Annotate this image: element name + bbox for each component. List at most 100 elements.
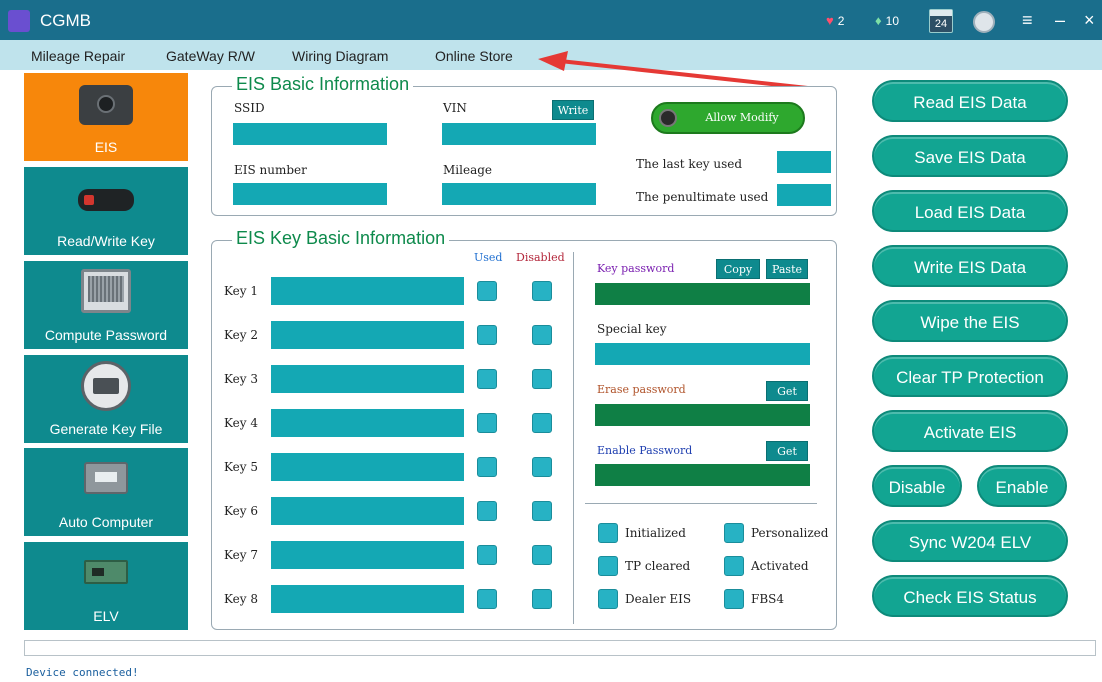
toggle-knob-icon xyxy=(659,109,677,127)
disabled-checkbox[interactable] xyxy=(532,589,552,609)
key-field[interactable] xyxy=(271,365,464,393)
key-field[interactable] xyxy=(271,585,464,613)
menu-wiring-diagram[interactable]: Wiring Diagram xyxy=(292,48,388,64)
vertical-divider xyxy=(573,252,574,624)
key-field[interactable] xyxy=(271,321,464,349)
used-checkbox[interactable] xyxy=(477,589,497,609)
erase-get-button[interactable]: Get xyxy=(766,381,808,401)
menu-mileage-repair[interactable]: Mileage Repair xyxy=(31,48,125,64)
disabled-checkbox[interactable] xyxy=(532,369,552,389)
nav-elv[interactable]: ELV xyxy=(24,542,188,630)
medal-icon[interactable] xyxy=(973,8,997,34)
key-label: Key 2 xyxy=(224,328,258,342)
mileage-field[interactable] xyxy=(442,183,596,205)
vin-field[interactable] xyxy=(442,123,596,145)
paste-button[interactable]: Paste xyxy=(766,259,808,279)
nav-generate-key-file[interactable]: Generate Key File xyxy=(24,355,188,443)
nav-eis[interactable]: EIS xyxy=(24,73,188,161)
menu-gateway-rw[interactable]: GateWay R/W xyxy=(166,48,255,64)
read-eis-data-button[interactable]: Read EIS Data xyxy=(872,80,1068,122)
nav-auto-computer[interactable]: Auto Computer xyxy=(24,448,188,536)
flag-label: Initialized xyxy=(625,526,686,540)
save-eis-data-button[interactable]: Save EIS Data xyxy=(872,135,1068,177)
key-field[interactable] xyxy=(271,541,464,569)
flag-label: TP cleared xyxy=(625,559,691,573)
erase-password-field[interactable] xyxy=(595,404,810,426)
activate-eis-button[interactable]: Activate EIS xyxy=(872,410,1068,452)
ssid-field[interactable] xyxy=(233,123,387,145)
menu-online-store[interactable]: Online Store xyxy=(435,48,513,64)
key-field[interactable] xyxy=(271,277,464,305)
key-password-field[interactable] xyxy=(595,283,810,305)
key-field[interactable] xyxy=(271,497,464,525)
circuit-board-icon xyxy=(84,560,128,584)
diamond-count: ♦ 10 xyxy=(875,13,899,28)
flag-label: Activated xyxy=(751,559,809,573)
disabled-checkbox[interactable] xyxy=(532,413,552,433)
close-icon[interactable]: × xyxy=(1084,10,1095,31)
key-label: Key 4 xyxy=(224,416,258,430)
flag-checkbox[interactable] xyxy=(598,523,618,543)
calendar-icon[interactable]: 24 xyxy=(929,9,953,33)
flag-label: Personalized xyxy=(751,526,829,540)
ssid-label: SSID xyxy=(234,101,265,115)
flag-label: FBS4 xyxy=(751,592,784,606)
used-checkbox[interactable] xyxy=(477,413,497,433)
used-checkbox[interactable] xyxy=(477,369,497,389)
flag-checkbox[interactable] xyxy=(724,556,744,576)
title-bar: CGMB ♥ 2 ♦ 10 24 ≡ – × xyxy=(0,0,1102,40)
used-checkbox[interactable] xyxy=(477,281,497,301)
clear-tp-protection-button[interactable]: Clear TP Protection xyxy=(872,355,1068,397)
allow-modify-toggle[interactable]: Allow Modify xyxy=(651,102,805,134)
used-checkbox[interactable] xyxy=(477,501,497,521)
key-label: Key 5 xyxy=(224,460,258,474)
sync-w204-elv-button[interactable]: Sync W204 ELV xyxy=(872,520,1068,562)
nav-compute-password[interactable]: Compute Password xyxy=(24,261,188,349)
nav-read-write-key[interactable]: Read/Write Key xyxy=(24,167,188,255)
write-vin-button[interactable]: Write xyxy=(552,100,594,120)
special-key-label: Special key xyxy=(597,322,667,336)
horizontal-divider xyxy=(585,503,817,504)
disabled-checkbox[interactable] xyxy=(532,501,552,521)
key-label: Key 3 xyxy=(224,372,258,386)
key-field[interactable] xyxy=(271,453,464,481)
flag-label: Dealer EIS xyxy=(625,592,692,606)
used-checkbox[interactable] xyxy=(477,545,497,565)
eis-number-field[interactable] xyxy=(233,183,387,205)
used-checkbox[interactable] xyxy=(477,457,497,477)
enable-get-button[interactable]: Get xyxy=(766,441,808,461)
enable-button[interactable]: Enable xyxy=(977,465,1067,507)
enable-password-field[interactable] xyxy=(595,464,810,486)
last-key-field[interactable] xyxy=(777,151,831,173)
disable-button[interactable]: Disable xyxy=(872,465,962,507)
eis-module-icon xyxy=(79,85,133,125)
flag-checkbox[interactable] xyxy=(598,556,618,576)
write-eis-data-button[interactable]: Write EIS Data xyxy=(872,245,1068,287)
menu-icon[interactable]: ≡ xyxy=(1022,10,1033,31)
used-checkbox[interactable] xyxy=(477,325,497,345)
mileage-label: Mileage xyxy=(443,163,493,177)
disabled-checkbox[interactable] xyxy=(532,281,552,301)
copy-button[interactable]: Copy xyxy=(716,259,760,279)
heart-count: ♥ 2 xyxy=(826,13,845,28)
erase-password-label: Erase password xyxy=(597,383,686,396)
printer-icon xyxy=(81,361,131,411)
app-logo-icon xyxy=(8,10,30,32)
flag-checkbox[interactable] xyxy=(724,523,744,543)
disabled-checkbox[interactable] xyxy=(532,325,552,345)
disabled-checkbox[interactable] xyxy=(532,457,552,477)
penultimate-key-field[interactable] xyxy=(777,184,831,206)
disabled-checkbox[interactable] xyxy=(532,545,552,565)
flag-checkbox[interactable] xyxy=(724,589,744,609)
key-label: Key 1 xyxy=(224,284,258,298)
key-label: Key 6 xyxy=(224,504,258,518)
wipe-eis-button[interactable]: Wipe the EIS xyxy=(872,300,1068,342)
flag-checkbox[interactable] xyxy=(598,589,618,609)
key-field[interactable] xyxy=(271,409,464,437)
eis-number-label: EIS number xyxy=(234,163,307,177)
red-heart-icon: ♥ xyxy=(826,13,834,28)
minimize-icon[interactable]: – xyxy=(1055,10,1065,31)
special-key-field[interactable] xyxy=(595,343,810,365)
check-eis-status-button[interactable]: Check EIS Status xyxy=(872,575,1068,617)
load-eis-data-button[interactable]: Load EIS Data xyxy=(872,190,1068,232)
